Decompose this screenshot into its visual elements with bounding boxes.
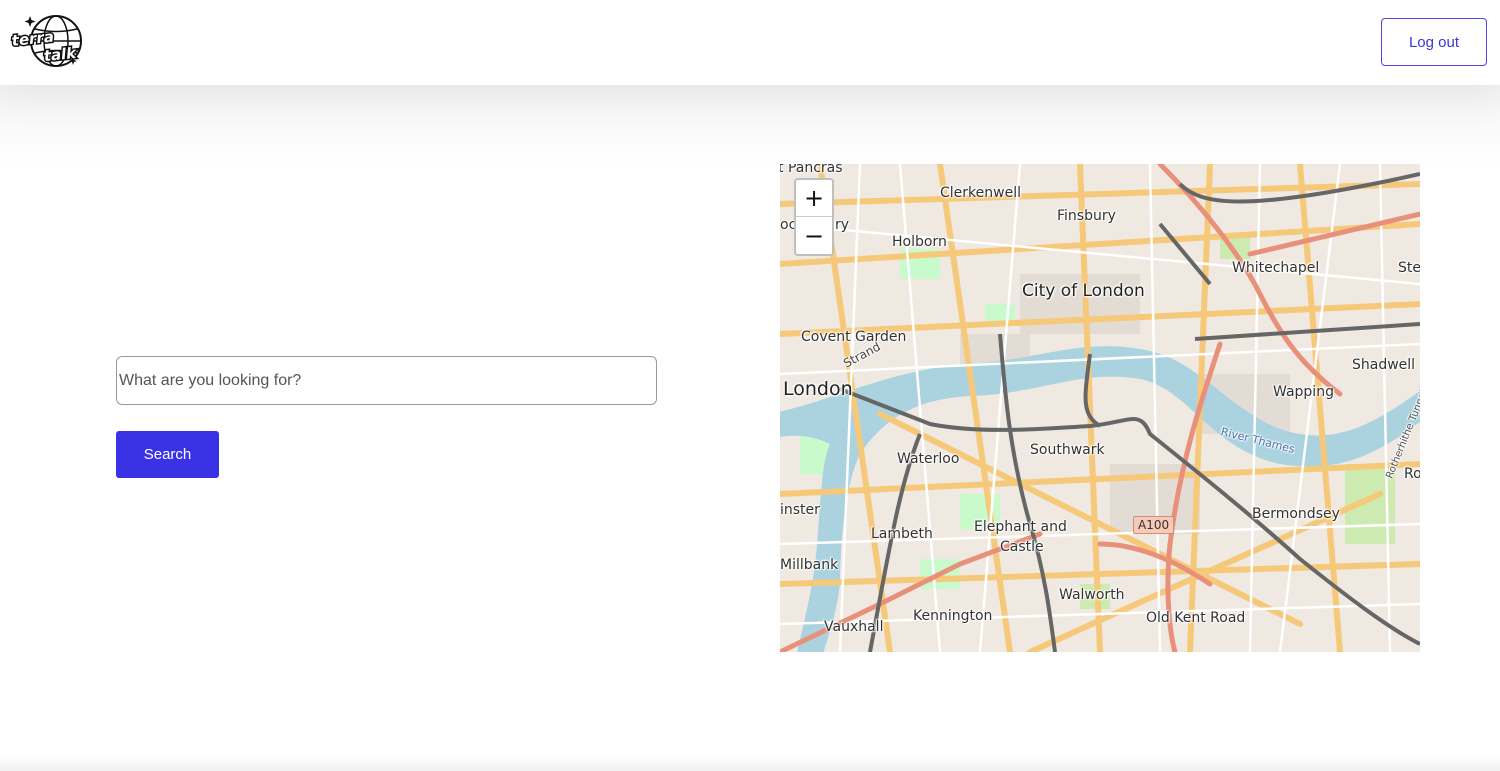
road-shield-a100: A100 [1133, 516, 1175, 534]
map-label-whitechapel: Whitechapel [1232, 260, 1320, 276]
map-label-st-pancras: t Pancras [780, 164, 843, 176]
map-label-vauxhall: Vauxhall [824, 619, 884, 635]
map-label-waterloo: Waterloo [897, 451, 960, 467]
svg-text:talk: talk [43, 44, 78, 65]
map-label-shadwell: Shadwell [1352, 357, 1416, 373]
map-label-kennington: Kennington [913, 608, 993, 624]
map-zoom-control: + − [794, 178, 834, 256]
map-label-southwark: Southwark [1030, 442, 1105, 458]
search-input[interactable] [116, 356, 657, 405]
map-label-london: London [783, 378, 853, 400]
map-label-millbank: Millbank [780, 557, 839, 573]
map-label-westminster: inster [780, 502, 820, 518]
map-label-rotherhithe: Ro [1404, 466, 1420, 482]
map-label-castle: Castle [1000, 539, 1044, 555]
map-label-old-kent-road: Old Kent Road [1146, 610, 1246, 626]
zoom-in-button[interactable]: + [796, 180, 832, 217]
map-label-stepney: Ste [1398, 260, 1420, 276]
map-label-city-of-london: City of London [1022, 281, 1145, 301]
map-label-wapping: Wapping [1273, 384, 1334, 400]
map-label-walworth: Walworth [1059, 587, 1125, 603]
map-view[interactable]: + − t Pancras Clerkenwell Finsbury ocmsb… [780, 164, 1420, 652]
map-label-lambeth: Lambeth [871, 526, 933, 542]
map-label-bermondsey: Bermondsey [1252, 506, 1340, 522]
footer-shadow [0, 755, 1500, 771]
search-button[interactable]: Search [116, 431, 219, 478]
map-label-finsbury: Finsbury [1057, 208, 1116, 224]
map-label-holborn: Holborn [892, 234, 947, 250]
map-label-elephant-and: Elephant and [974, 519, 1067, 535]
terra-talk-logo[interactable]: terra talk [10, 12, 106, 70]
zoom-out-button[interactable]: − [796, 217, 832, 254]
map-label-covent-garden: Covent Garden [801, 329, 907, 345]
logout-button[interactable]: Log out [1381, 18, 1487, 66]
map-tiles [780, 164, 1420, 652]
top-navigation-bar: terra talk Log out [0, 0, 1500, 85]
globe-logo-icon: terra talk [10, 15, 82, 67]
map-label-clerkenwell: Clerkenwell [940, 185, 1021, 201]
header-shadow [0, 85, 1500, 165]
